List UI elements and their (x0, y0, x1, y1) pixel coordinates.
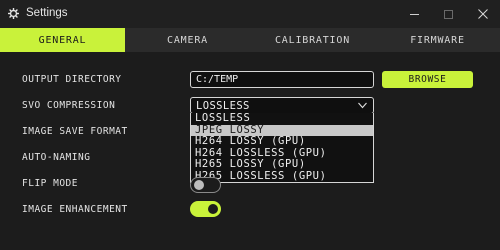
svo-compression-selected: LOSSLESS (196, 99, 250, 112)
maximize-icon (443, 9, 453, 19)
maximize-button[interactable] (431, 0, 465, 28)
tab-firmware[interactable]: FIRMWARE (375, 28, 500, 52)
dropdown-option-h265-lossy[interactable]: H265 LOSSY (GPU) (191, 158, 373, 171)
tab-bar: GENERAL CAMERA CALIBRATION FIRMWARE (0, 28, 500, 52)
dropdown-option-h264-lossy[interactable]: H264 LOSSY (GPU) (191, 135, 373, 148)
svo-compression-dropdown: LOSSLESS JPEG LOSSY H264 LOSSY (GPU) H26… (190, 112, 374, 183)
minimize-button[interactable] (397, 0, 431, 28)
minimize-icon (409, 13, 419, 15)
window-title: Settings (26, 7, 68, 19)
tab-camera[interactable]: CAMERA (125, 28, 250, 52)
dropdown-option-lossless[interactable]: LOSSLESS (191, 112, 373, 125)
image-enhancement-toggle[interactable] (190, 201, 221, 217)
image-enhancement-label: IMAGE ENHANCEMENT (22, 204, 128, 215)
output-directory-label: OUTPUT DIRECTORY (22, 74, 122, 85)
output-directory-field[interactable]: C:/TEMP (190, 71, 374, 88)
close-icon (478, 9, 488, 19)
chevron-down-icon (358, 102, 367, 109)
tab-general[interactable]: GENERAL (0, 28, 125, 52)
toggle-knob (194, 180, 204, 190)
auto-naming-label: AUTO-NAMING (22, 152, 91, 163)
flip-mode-toggle[interactable] (190, 177, 221, 193)
tab-calibration[interactable]: CALIBRATION (250, 28, 375, 52)
svo-compression-label: SVO COMPRESSION (22, 100, 116, 111)
browse-button[interactable]: BROWSE (382, 71, 473, 88)
title-bar: Settings (0, 0, 500, 28)
toggle-knob (208, 204, 218, 214)
gear-icon (8, 8, 19, 19)
image-save-format-label: IMAGE SAVE FORMAT (22, 126, 128, 137)
close-button[interactable] (466, 0, 500, 28)
flip-mode-label: FLIP MODE (22, 178, 78, 189)
